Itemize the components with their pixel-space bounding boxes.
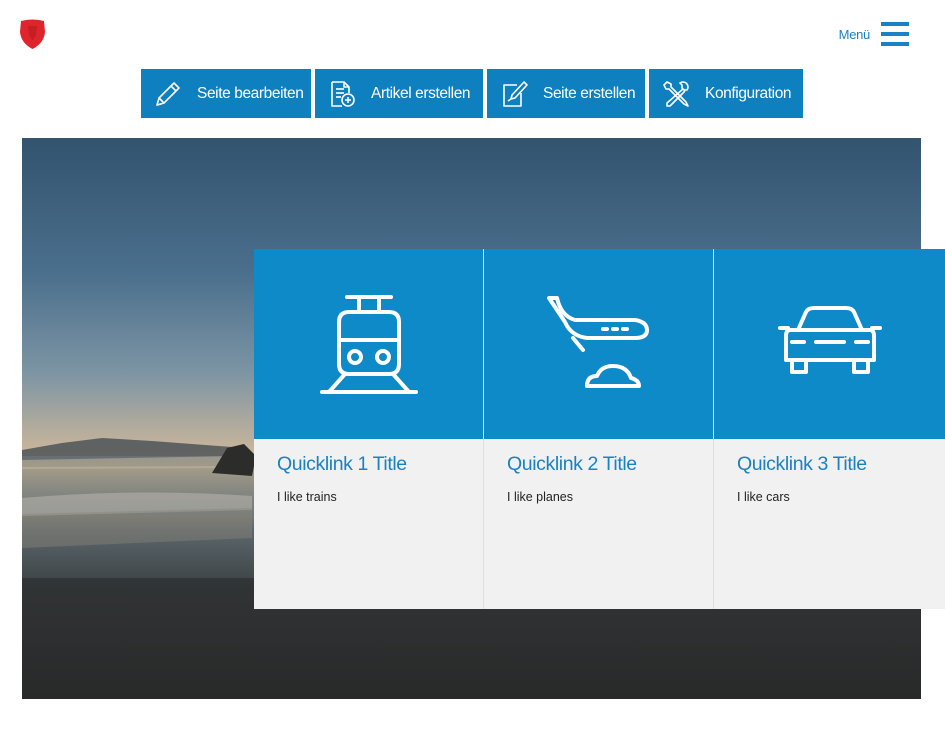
quicklink-2-text: I like planes (507, 490, 574, 504)
configuration-label: Konfiguration (705, 84, 792, 102)
car-icon (777, 306, 882, 374)
quicklink-1-tile (254, 249, 483, 439)
quicklink-card-2[interactable]: Quicklink 2 Title I like planes (484, 249, 714, 609)
quicklink-3-title: Quicklink 3 Title (737, 453, 867, 475)
train-icon (319, 295, 418, 394)
create-article-label: Artikel erstellen (371, 84, 471, 102)
hamburger-icon (881, 22, 909, 46)
create-page-button[interactable]: Seite erstellen (487, 69, 645, 118)
menu-label: Menü (838, 26, 871, 42)
quicklinks: Quicklink 1 Title I like trains Quicklin… (254, 249, 945, 609)
menu-button[interactable]: Menü (839, 22, 909, 46)
plane-icon (546, 296, 649, 388)
edit-page-button[interactable]: Seite bearbeiten (141, 69, 311, 118)
admin-toolbar: Seite bearbeiten Artikel erstellen Seite… (141, 69, 807, 118)
shield-logo-icon[interactable] (18, 19, 47, 50)
quicklink-2-title: Quicklink 2 Title (507, 453, 637, 475)
quicklink-card-3[interactable]: Quicklink 3 Title I like cars (714, 249, 945, 609)
create-article-button[interactable]: Artikel erstellen (315, 69, 483, 118)
quicklink-card-1[interactable]: Quicklink 1 Title I like trains (254, 249, 484, 609)
tools-icon (663, 80, 689, 107)
quicklink-1-text: I like trains (277, 490, 337, 504)
quicklink-3-tile (714, 249, 945, 439)
edit-page-icon (503, 80, 528, 107)
quicklink-2-tile (484, 249, 713, 439)
add-document-icon (331, 80, 355, 107)
quicklink-3-text: I like cars (737, 490, 790, 504)
create-page-label: Seite erstellen (543, 84, 636, 102)
configuration-button[interactable]: Konfiguration (649, 69, 803, 118)
edit-page-label: Seite bearbeiten (197, 84, 304, 102)
quicklink-1-title: Quicklink 1 Title (277, 453, 407, 475)
pencil-icon (156, 81, 180, 106)
